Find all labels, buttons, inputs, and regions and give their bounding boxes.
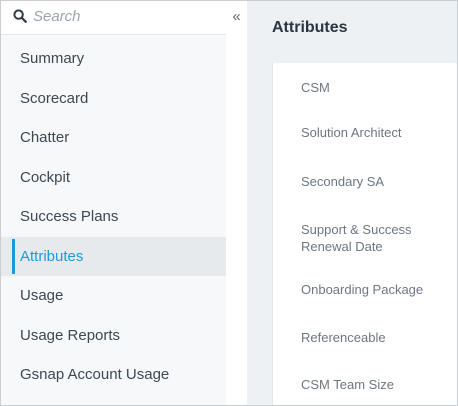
sidebar-divider: [226, 35, 247, 405]
sidebar-item-label: Attributes: [20, 247, 84, 265]
sidebar-nav: Summary Scorecard Chatter Cockpit Succes…: [1, 39, 226, 395]
attribute-label-onboarding-package: Onboarding Package: [301, 282, 424, 297]
sidebar-item-label: Usage: [20, 287, 64, 305]
sidebar-item-label: Success Plans: [20, 208, 119, 226]
attributes-card: CSM Solution Architect Secondary SA Supp…: [272, 63, 457, 405]
attribute-label-referenceable: Referenceable: [301, 330, 386, 345]
attribute-label-csm: CSM: [301, 80, 330, 95]
attribute-label-csm-team-size: CSM Team Size: [301, 377, 394, 392]
sidebar-item-success-plans[interactable]: Success Plans: [1, 197, 226, 237]
sidebar-item-chatter[interactable]: Chatter: [1, 118, 226, 158]
sidebar-item-label: Usage Reports: [20, 326, 121, 344]
sidebar-item-usage[interactable]: Usage: [1, 276, 226, 316]
sidebar-item-usage-reports[interactable]: Usage Reports: [1, 316, 226, 356]
sidebar-item-gsnap-account-usage[interactable]: Gsnap Account Usage: [1, 355, 226, 395]
search-icon: [13, 9, 27, 23]
sidebar-item-label: Summary: [20, 50, 85, 68]
sidebar-item-label: Cockpit: [20, 168, 71, 186]
attribute-label-solution-architect: Solution Architect: [301, 125, 402, 140]
main-content: Attributes CSM Solution Architect Second…: [247, 1, 457, 405]
double-chevron-left-icon: «: [232, 8, 241, 25]
collapse-sidebar-button[interactable]: «: [226, 7, 247, 29]
sidebar-item-cockpit[interactable]: Cockpit: [1, 158, 226, 198]
search-input[interactable]: [33, 5, 213, 27]
search-bar: [1, 1, 226, 35]
sidebar-item-label: Scorecard: [20, 89, 89, 107]
sidebar-item-summary[interactable]: Summary: [1, 39, 226, 79]
sidebar-item-label: Chatter: [20, 129, 70, 147]
app-window: Summary Scorecard Chatter Cockpit Succes…: [0, 0, 458, 406]
sidebar-item-attributes[interactable]: Attributes: [1, 236, 226, 276]
sidebar-item-scorecard[interactable]: Scorecard: [1, 79, 226, 119]
sidebar-panel: Summary Scorecard Chatter Cockpit Succes…: [1, 1, 226, 405]
sidebar: Summary Scorecard Chatter Cockpit Succes…: [1, 1, 247, 405]
attribute-label-secondary-sa: Secondary SA: [301, 174, 385, 189]
sidebar-item-label: Gsnap Account Usage: [20, 366, 170, 384]
attribute-label-support-success-renewal-date: Support & Success Renewal Date: [301, 222, 412, 254]
page-title: Attributes: [272, 19, 348, 36]
